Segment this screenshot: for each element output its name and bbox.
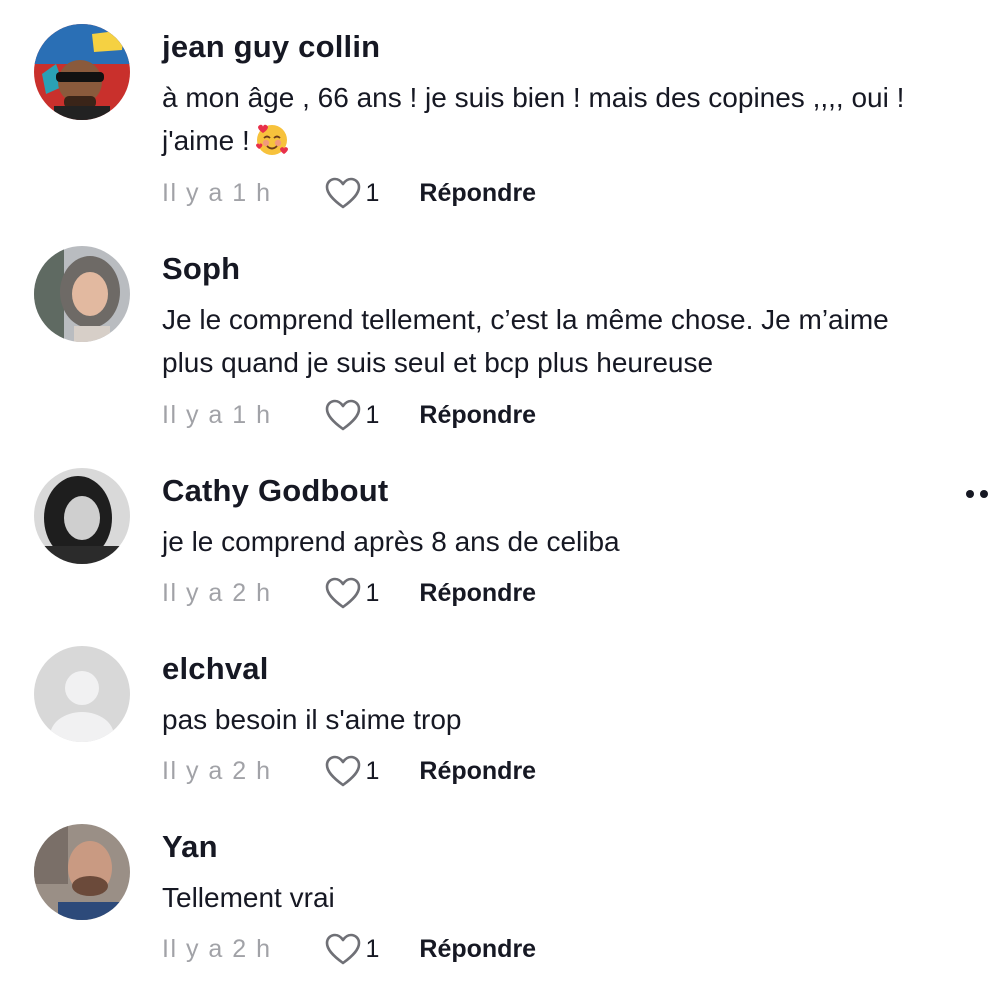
avatar[interactable]	[34, 468, 130, 564]
reply-button[interactable]: Répondre	[419, 935, 536, 964]
comment-text: à mon âge , 66 ans ! je suis bien ! mais…	[162, 76, 952, 162]
comment-meta: Il y a 1 h 1 Répondre	[162, 175, 536, 211]
default-avatar-icon	[34, 646, 130, 742]
avatar[interactable]	[34, 246, 130, 342]
comment-timestamp: Il y a 1 h	[162, 178, 272, 207]
comment-meta: Il y a 2 h 1 Répondre	[162, 575, 536, 611]
comment-meta: Il y a 1 h 1 Répondre	[162, 397, 536, 433]
avatar[interactable]	[34, 24, 130, 120]
avatar[interactable]	[34, 824, 130, 920]
like-count: 1	[365, 400, 380, 429]
more-dot	[966, 490, 974, 498]
like-count: 1	[365, 578, 380, 607]
comment-text: pas besoin il s'aime trop	[162, 704, 462, 735]
comment-text: Tellement vrai	[162, 882, 335, 913]
comment-timestamp: Il y a 2 h	[162, 756, 272, 785]
reply-button[interactable]: Répondre	[419, 179, 536, 208]
reply-button[interactable]: Répondre	[419, 757, 536, 786]
comment-timestamp: Il y a 2 h	[162, 578, 272, 607]
comment-username[interactable]: Soph	[162, 249, 240, 289]
comment-timestamp: Il y a 2 h	[162, 934, 272, 963]
like-button[interactable]: 1	[324, 576, 380, 610]
comment-username[interactable]: Yan	[162, 827, 218, 867]
comment-timestamp: Il y a 1 h	[162, 400, 272, 429]
like-button[interactable]: 1	[324, 398, 380, 432]
like-button[interactable]: 1	[324, 176, 380, 210]
comment-username[interactable]: elchval	[162, 649, 269, 689]
more-dot	[980, 490, 988, 498]
like-button[interactable]: 1	[324, 932, 380, 966]
avatar[interactable]	[34, 646, 130, 742]
reply-button[interactable]: Répondre	[419, 401, 536, 430]
heart-outline-icon	[324, 932, 362, 966]
heart-outline-icon	[324, 398, 362, 432]
reply-button[interactable]: Répondre	[419, 579, 536, 608]
comment-username[interactable]: Cathy Godbout	[162, 471, 388, 511]
like-count: 1	[365, 756, 380, 785]
comment-text: Je le comprend tellement, c’est la même …	[162, 304, 889, 378]
heart-outline-icon	[324, 754, 362, 788]
avatar-image	[34, 24, 130, 120]
avatar-image	[34, 246, 130, 342]
like-button[interactable]: 1	[324, 754, 380, 788]
more-options-icon[interactable]	[966, 490, 990, 500]
smiling-face-with-hearts-icon	[254, 121, 290, 157]
avatar-image	[34, 824, 130, 920]
comment-username[interactable]: jean guy collin	[162, 27, 380, 67]
avatar-image	[34, 468, 130, 564]
comment-meta: Il y a 2 h 1 Répondre	[162, 931, 536, 967]
heart-outline-icon	[324, 576, 362, 610]
like-count: 1	[365, 178, 380, 207]
like-count: 1	[365, 934, 380, 963]
heart-outline-icon	[324, 176, 362, 210]
comment-meta: Il y a 2 h 1 Répondre	[162, 753, 536, 789]
comment-text: je le comprend après 8 ans de celiba	[162, 526, 620, 557]
